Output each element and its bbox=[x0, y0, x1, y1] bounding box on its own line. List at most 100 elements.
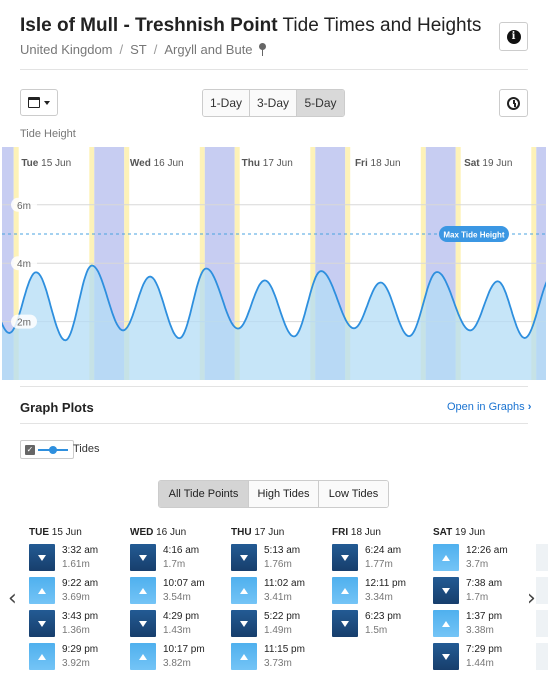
high-tide-icon bbox=[332, 577, 358, 604]
tide-line-icon bbox=[38, 445, 68, 454]
tide-point[interactable]: 11:02 am 3.41m bbox=[231, 577, 326, 605]
next-days-arrow[interactable]: › bbox=[527, 586, 536, 611]
map-pin-icon[interactable] bbox=[258, 43, 266, 56]
peek-item bbox=[536, 643, 548, 670]
tide-height: 1.61m bbox=[62, 559, 90, 570]
location-name: Isle of Mull - Treshnish Point bbox=[20, 15, 278, 36]
tide-height: 3.69m bbox=[62, 592, 90, 603]
info-button[interactable]: i bbox=[499, 22, 528, 51]
tide-height: 3.92m bbox=[62, 658, 90, 669]
day-label: Sat 19 Jun bbox=[464, 158, 512, 169]
day-label-date: 15 Jun bbox=[41, 158, 71, 169]
peek-item bbox=[536, 544, 548, 571]
low-tide-icon bbox=[433, 577, 459, 604]
day-range-3[interactable]: 3-Day bbox=[250, 90, 297, 116]
tide-time: 12:11 pm bbox=[365, 578, 406, 589]
day-range-1[interactable]: 1-Day bbox=[203, 90, 250, 116]
day-range-5[interactable]: 5-Day bbox=[297, 90, 344, 116]
time-button[interactable] bbox=[499, 89, 528, 117]
tide-point[interactable]: 5:22 pm 1.49m bbox=[231, 610, 326, 638]
date-picker-button[interactable] bbox=[20, 89, 58, 116]
clock-icon bbox=[507, 96, 520, 110]
chart-y-label: Tide Height bbox=[20, 128, 76, 140]
open-in-graphs-label: Open in Graphs bbox=[447, 401, 525, 413]
info-icon: i bbox=[506, 29, 521, 44]
tide-height: 1.76m bbox=[264, 559, 292, 570]
day-label-dow: Fri bbox=[355, 158, 371, 169]
max-tide-label: Max Tide Height bbox=[443, 231, 505, 240]
day-heading: THU 17 Jun bbox=[231, 527, 326, 538]
high-tide-icon bbox=[29, 643, 55, 670]
high-tide-icon bbox=[433, 544, 459, 571]
tide-point[interactable]: 9:22 am 3.69m bbox=[29, 577, 124, 605]
tide-point[interactable]: 4:16 am 1.7m bbox=[130, 544, 225, 572]
low-tide-icon bbox=[433, 643, 459, 670]
low-tide-icon bbox=[332, 544, 358, 571]
tide-time: 7:29 pm bbox=[466, 644, 503, 655]
tide-point[interactable]: 3:43 pm 1.36m bbox=[29, 610, 124, 638]
tide-point[interactable]: 11:15 pm 3.73m bbox=[231, 643, 326, 671]
breadcrumb-county[interactable]: Argyll and Bute bbox=[164, 42, 252, 57]
tide-height: 1.5m bbox=[365, 625, 388, 636]
tide-chart[interactable]: Max Tide Height 2m 4m 6m Tue 15 Jun Wed 16 Ju… bbox=[2, 147, 546, 380]
high-tide-icon bbox=[231, 577, 257, 604]
low-tide-icon bbox=[29, 610, 55, 637]
tide-point[interactable]: 5:13 am 1.76m bbox=[231, 544, 326, 572]
tide-height: 3.82m bbox=[163, 658, 191, 669]
checkbox-icon[interactable]: ✓ bbox=[25, 444, 35, 455]
day-of-week: THU bbox=[231, 527, 252, 538]
tide-height: 1.49m bbox=[264, 625, 292, 636]
tide-height: 1.43m bbox=[163, 625, 191, 636]
chevron-down-icon bbox=[44, 100, 50, 105]
low-tide-icon bbox=[332, 610, 358, 637]
day-label: Tue 15 Jun bbox=[21, 158, 71, 169]
open-in-graphs-link[interactable]: Open in Graphs › bbox=[447, 401, 531, 413]
tide-time: 4:29 pm bbox=[163, 611, 200, 622]
title-suffix: Tide Times and Heights bbox=[277, 15, 482, 36]
tide-time: 4:16 am bbox=[163, 545, 200, 556]
tide-point[interactable]: 1:37 pm 3.38m bbox=[433, 610, 528, 638]
breadcrumb-region[interactable]: ST bbox=[130, 42, 147, 57]
high-tide-icon bbox=[231, 643, 257, 670]
breadcrumb: United Kingdom / ST / Argyll and Bute bbox=[20, 42, 530, 57]
tide-time: 9:22 am bbox=[62, 578, 99, 589]
tide-point[interactable]: 7:29 pm 1.44m bbox=[433, 643, 528, 671]
tide-filter: All Tide Points High Tides Low Tides bbox=[158, 480, 389, 508]
tide-height: 1.44m bbox=[466, 658, 494, 669]
tide-point[interactable]: 6:23 pm 1.5m bbox=[332, 610, 427, 638]
filter-low[interactable]: Low Tides bbox=[319, 481, 388, 507]
tide-point[interactable]: 10:17 pm 3.82m bbox=[130, 643, 225, 671]
day-label-date: 19 Jun bbox=[482, 158, 512, 169]
tide-point[interactable]: 7:38 am 1.7m bbox=[433, 577, 528, 605]
day-column: THU 17 Jun 5:13 am 1.76m 11:02 am 3.41m 5:22 … bbox=[231, 527, 326, 670]
tide-height: 3.54m bbox=[163, 592, 191, 603]
tide-time: 6:24 am bbox=[365, 545, 402, 556]
tide-point[interactable]: 9:29 pm 3.92m bbox=[29, 643, 124, 671]
tide-point[interactable]: 6:24 am 1.77m bbox=[332, 544, 427, 572]
day-date: 19 Jun bbox=[455, 527, 486, 538]
filter-all[interactable]: All Tide Points bbox=[159, 481, 249, 507]
tide-point[interactable]: 10:07 am 3.54m bbox=[130, 577, 225, 605]
breadcrumb-country[interactable]: United Kingdom bbox=[20, 42, 113, 57]
divider bbox=[20, 69, 528, 70]
tide-point[interactable]: 3:32 am 1.61m bbox=[29, 544, 124, 572]
tide-point[interactable]: 4:29 pm 1.43m bbox=[130, 610, 225, 638]
day-column: SAT 19 Jun 12:26 am 3.7m 7:38 am 1.7m 1:37 pm… bbox=[433, 527, 528, 670]
day-heading: FRI 18 Jun bbox=[332, 527, 427, 538]
filter-high[interactable]: High Tides bbox=[249, 481, 319, 507]
tide-time: 11:02 am bbox=[264, 578, 305, 589]
day-label: Thu 17 Jun bbox=[242, 158, 293, 169]
tides-legend-toggle[interactable]: ✓ bbox=[20, 440, 74, 459]
breadcrumb-separator: / bbox=[119, 42, 124, 57]
day-label-dow: Thu bbox=[242, 158, 263, 169]
tide-point[interactable]: 12:11 pm 3.34m bbox=[332, 577, 427, 605]
prev-days-arrow[interactable]: ‹ bbox=[8, 586, 17, 611]
day-date: 18 Jun bbox=[350, 527, 381, 538]
breadcrumb-separator: / bbox=[153, 42, 158, 57]
day-label-dow: Sat bbox=[464, 158, 482, 169]
peek-item bbox=[536, 577, 548, 604]
low-tide-icon bbox=[130, 544, 156, 571]
day-range-selector: 1-Day 3-Day 5-Day bbox=[202, 89, 345, 117]
y-tick-label: 2m bbox=[17, 318, 31, 329]
tide-point[interactable]: 12:26 am 3.7m bbox=[433, 544, 528, 572]
